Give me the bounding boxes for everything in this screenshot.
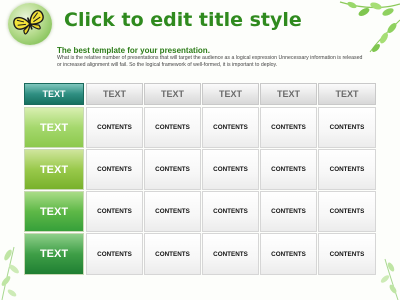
table-cell: CONTENTS bbox=[260, 107, 317, 148]
table-cell: CONTENTS bbox=[86, 107, 143, 148]
slide: Click to edit title style The best templ… bbox=[0, 0, 400, 300]
butterfly-badge bbox=[8, 3, 52, 45]
slide-body-text: What is the relative number of presentat… bbox=[57, 55, 363, 68]
slide-subtitle: The best template for your presentation. bbox=[57, 46, 210, 55]
table-header-cell: TEXT bbox=[144, 83, 201, 105]
table-cell: CONTENTS bbox=[318, 233, 376, 275]
table-cell: CONTENTS bbox=[318, 191, 376, 232]
table-cell: CONTENTS bbox=[144, 107, 201, 148]
butterfly-icon bbox=[13, 9, 44, 35]
table-cell: CONTENTS bbox=[260, 149, 317, 190]
table-cell: CONTENTS bbox=[260, 191, 317, 232]
table-cell: CONTENTS bbox=[202, 191, 259, 232]
table-cell: CONTENTS bbox=[202, 233, 259, 275]
leaf-vine-top-right bbox=[339, 1, 400, 53]
table-row-header: TEXT bbox=[24, 149, 84, 190]
table-header-cell: TEXT bbox=[318, 83, 376, 105]
table-cell: CONTENTS bbox=[86, 191, 143, 232]
table-cell: CONTENTS bbox=[318, 149, 376, 190]
table-cell: CONTENTS bbox=[202, 107, 259, 148]
table-header-cell: TEXT bbox=[260, 83, 317, 105]
table-cell: CONTENTS bbox=[144, 191, 201, 232]
table-cell: CONTENTS bbox=[260, 233, 317, 275]
table-row-header: TEXT bbox=[24, 191, 84, 232]
table-cell: CONTENTS bbox=[144, 233, 201, 275]
table-cell: CONTENTS bbox=[86, 149, 143, 190]
content-table: TEXT TEXT TEXT TEXT TEXT TEXT TEXT CONTE… bbox=[24, 83, 376, 275]
slide-title[interactable]: Click to edit title style bbox=[64, 6, 302, 34]
table-header-cell: TEXT bbox=[86, 83, 143, 105]
table-cell: CONTENTS bbox=[202, 149, 259, 190]
table-header-cell: TEXT bbox=[24, 83, 84, 105]
table-cell: CONTENTS bbox=[318, 107, 376, 148]
table-header-cell: TEXT bbox=[202, 83, 259, 105]
table-cell: CONTENTS bbox=[86, 233, 143, 275]
table-row-header: TEXT bbox=[24, 233, 84, 275]
table-row-header: TEXT bbox=[24, 107, 84, 148]
table-cell: CONTENTS bbox=[144, 149, 201, 190]
